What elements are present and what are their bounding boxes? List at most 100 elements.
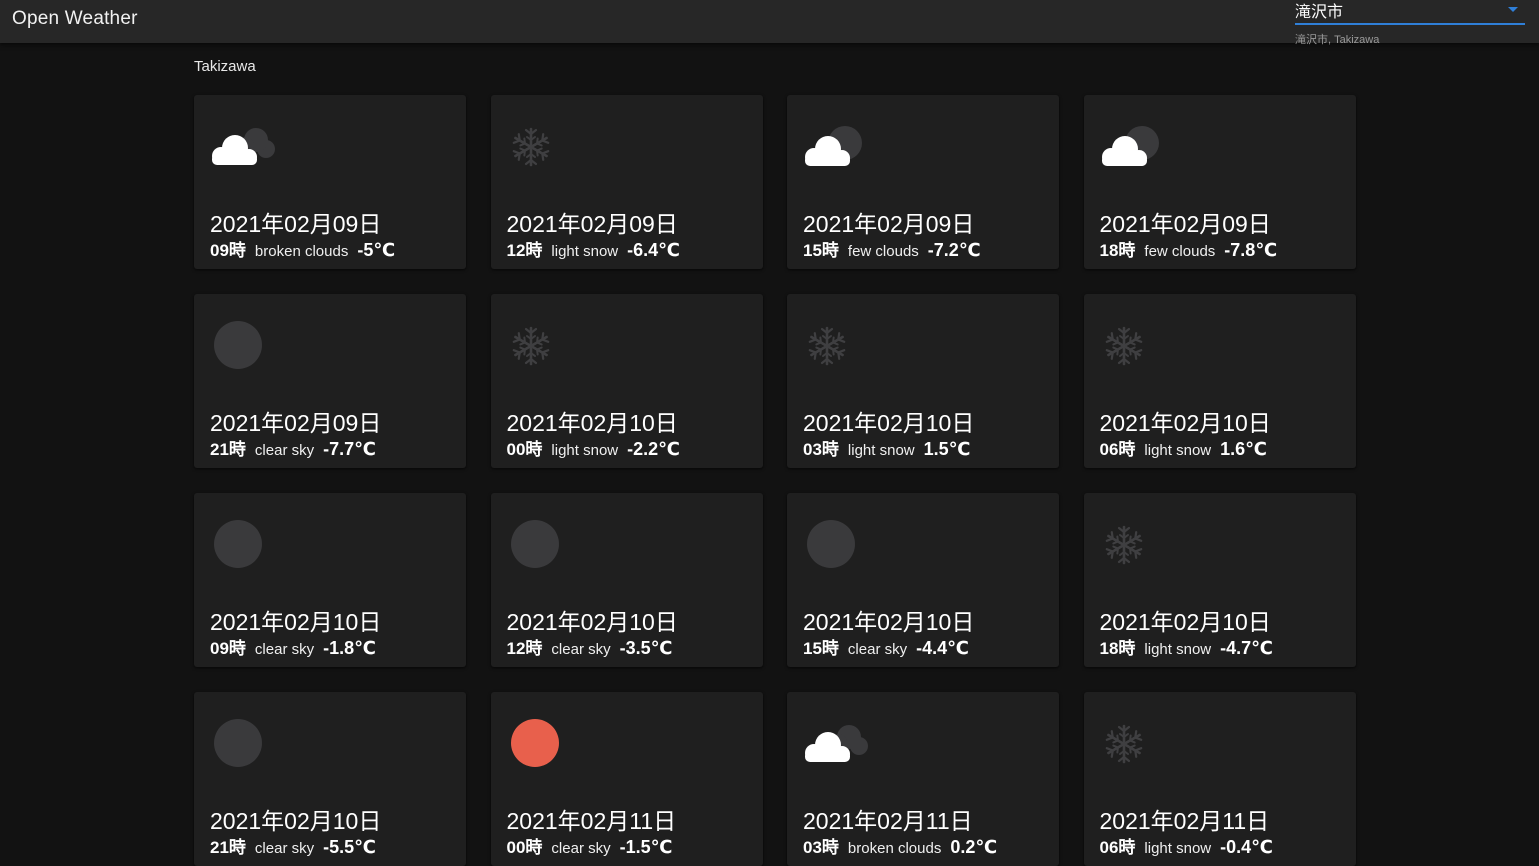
- moon-icon: [214, 321, 262, 369]
- forecast-temperature: -0.4℃: [1220, 837, 1273, 857]
- forecast-card[interactable]: 2021年02月10日 12時 clear sky -3.5℃: [490, 493, 763, 667]
- forecast-temperature: -7.7℃: [323, 439, 376, 459]
- forecast-hour: 09時: [210, 241, 246, 260]
- forecast-card[interactable]: 2021年02月10日 18時 light snow -4.7℃: [1083, 493, 1356, 667]
- forecast-card[interactable]: 2021年02月09日 12時 light snow -6.4℃: [490, 95, 763, 269]
- forecast-details: 06時 light snow -0.4℃: [1100, 833, 1273, 858]
- forecast-temperature: -6.4℃: [627, 240, 680, 260]
- forecast-details: 21時 clear sky -7.7℃: [210, 435, 376, 460]
- forecast-temperature: 1.6℃: [1220, 439, 1267, 459]
- forecast-details: 09時 clear sky -1.8℃: [210, 634, 376, 659]
- forecast-hour: 12時: [506, 241, 543, 260]
- moon-icon: [807, 520, 855, 568]
- forecast-card[interactable]: 2021年02月09日 09時 broken clouds -5℃: [194, 95, 466, 269]
- forecast-date: 2021年02月09日: [210, 211, 382, 237]
- location-title: Takizawa: [194, 58, 256, 75]
- forecast-details: 03時 broken clouds 0.2℃: [803, 833, 997, 858]
- forecast-date: 2021年02月11日: [803, 808, 973, 834]
- forecast-description: broken clouds: [254, 243, 349, 260]
- broken-clouds-icon: [805, 725, 868, 762]
- city-select[interactable]: 滝沢市: [1295, 0, 1525, 25]
- forecast-date: 2021年02月10日: [506, 609, 678, 635]
- forecast-description: clear sky: [551, 641, 611, 658]
- forecast-description: light snow: [847, 442, 915, 459]
- forecast-details: 00時 light snow -2.2℃: [507, 435, 680, 460]
- forecast-hour: 09時: [210, 639, 246, 658]
- forecast-details: 09時 broken clouds -5℃: [210, 236, 395, 261]
- forecast-temperature: -4.4℃: [916, 638, 969, 658]
- forecast-date: 2021年02月10日: [803, 410, 975, 436]
- forecast-temperature: -4.7℃: [1220, 638, 1273, 658]
- forecast-description: clear sky: [254, 442, 315, 459]
- forecast-card[interactable]: 2021年02月09日 21時 clear sky -7.7℃: [194, 294, 466, 468]
- forecast-temperature: 0.2℃: [950, 837, 998, 857]
- forecast-description: clear sky: [551, 840, 611, 857]
- forecast-details: 18時 few clouds -7.8℃: [1100, 236, 1278, 261]
- forecast-temperature: -5.5℃: [323, 837, 376, 857]
- forecast-details: 12時 light snow -6.4℃: [507, 236, 680, 261]
- forecast-hour: 03時: [803, 440, 839, 459]
- forecast-details: 12時 clear sky -3.5℃: [507, 634, 673, 659]
- forecast-temperature: -1.8℃: [323, 638, 376, 658]
- forecast-hour: 06時: [1099, 440, 1136, 459]
- forecast-card[interactable]: 2021年02月11日 06時 light snow -0.4℃: [1083, 692, 1356, 866]
- forecast-card[interactable]: 2021年02月10日 00時 light snow -2.2℃: [490, 294, 763, 468]
- forecast-description: few clouds: [1144, 243, 1216, 260]
- forecast-card[interactable]: 2021年02月10日 03時 light snow 1.5℃: [787, 294, 1059, 468]
- forecast-temperature: -7.8℃: [1224, 240, 1278, 260]
- forecast-card[interactable]: 2021年02月09日 15時 few clouds -7.2℃: [787, 95, 1059, 269]
- forecast-description: light snow: [551, 442, 619, 459]
- forecast-details: 00時 clear sky -1.5℃: [507, 833, 673, 858]
- forecast-card[interactable]: 2021年02月10日 21時 clear sky -5.5℃: [194, 692, 466, 866]
- forecast-card[interactable]: 2021年02月11日 00時 clear sky -1.5℃: [490, 692, 763, 866]
- forecast-hour: 06時: [1099, 838, 1136, 857]
- forecast-description: light snow: [1144, 442, 1212, 459]
- forecast-hour: 15時: [803, 639, 839, 658]
- forecast-hour: 12時: [506, 639, 543, 658]
- forecast-description: clear sky: [254, 840, 315, 857]
- few-clouds-night-icon: [805, 126, 862, 166]
- forecast-details: 06時 light snow 1.6℃: [1100, 435, 1267, 460]
- snow-icon: [1105, 326, 1142, 366]
- forecast-description: light snow: [1144, 840, 1212, 857]
- forecast-card[interactable]: 2021年02月09日 18時 few clouds -7.8℃: [1083, 95, 1356, 269]
- forecast-grid: 2021年02月09日 09時 broken clouds -5℃ 2021年02月09…: [194, 95, 1356, 866]
- forecast-date: 2021年02月10日: [210, 609, 382, 635]
- forecast-description: clear sky: [254, 641, 315, 658]
- forecast-date: 2021年02月10日: [506, 410, 678, 436]
- forecast-hour: 18時: [1099, 241, 1136, 260]
- forecast-details: 15時 clear sky -4.4℃: [803, 634, 969, 659]
- forecast-card[interactable]: 2021年02月10日 09時 clear sky -1.8℃: [194, 493, 466, 667]
- forecast-date: 2021年02月09日: [506, 211, 678, 237]
- forecast-hour: 00時: [506, 838, 543, 857]
- forecast-description: light snow: [1144, 641, 1212, 658]
- forecast-details: 15時 few clouds -7.2℃: [803, 236, 981, 261]
- snow-icon: [1105, 525, 1142, 565]
- city-select-helper: 滝沢市, Takizawa: [1295, 34, 1380, 46]
- forecast-details: 03時 light snow 1.5℃: [803, 435, 970, 460]
- forecast-temperature: -7.2℃: [927, 240, 981, 260]
- chevron-down-icon[interactable]: [1508, 7, 1518, 12]
- sun-icon: [510, 719, 559, 767]
- forecast-temperature: -1.5℃: [619, 837, 673, 857]
- forecast-date: 2021年02月09日: [803, 211, 975, 237]
- few-clouds-night-icon: [1101, 126, 1159, 166]
- forecast-date: 2021年02月10日: [210, 808, 382, 834]
- forecast-card[interactable]: 2021年02月11日 03時 broken clouds 0.2℃: [787, 692, 1059, 866]
- snow-icon: [512, 326, 549, 366]
- forecast-card[interactable]: 2021年02月10日 06時 light snow 1.6℃: [1083, 294, 1356, 468]
- forecast-card[interactable]: 2021年02月10日 15時 clear sky -4.4℃: [787, 493, 1059, 667]
- forecast-hour: 15時: [803, 241, 839, 260]
- moon-icon: [510, 520, 559, 568]
- forecast-temperature: 1.5℃: [923, 439, 971, 459]
- snow-icon: [1105, 724, 1142, 764]
- broken-clouds-icon: [212, 128, 275, 165]
- forecast-description: few clouds: [847, 243, 919, 260]
- forecast-details: 18時 light snow -4.7℃: [1100, 634, 1273, 659]
- city-select-value: 滝沢市: [1295, 4, 1344, 21]
- forecast-details: 21時 clear sky -5.5℃: [210, 833, 376, 858]
- forecast-temperature: -5℃: [357, 240, 396, 260]
- forecast-hour: 00時: [506, 440, 543, 459]
- moon-icon: [214, 520, 262, 568]
- forecast-date: 2021年02月11日: [506, 808, 677, 834]
